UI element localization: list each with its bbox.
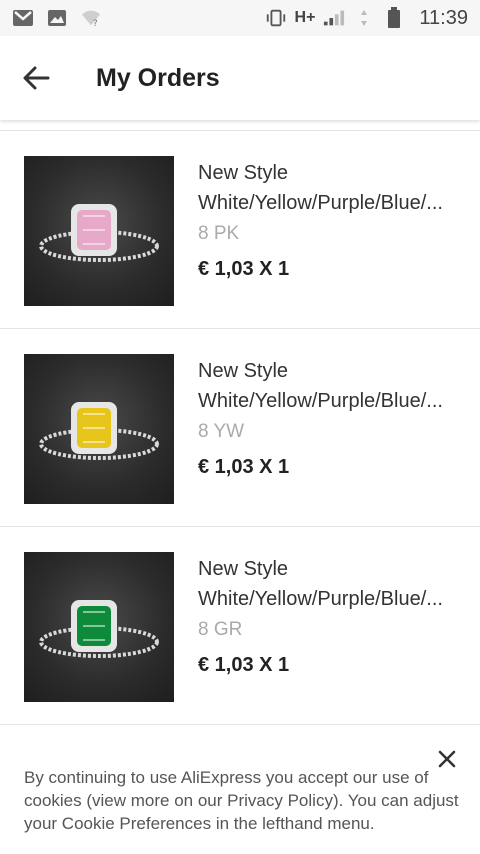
product-name: New Style: [198, 162, 289, 184]
wifi-unknown-icon: ?: [80, 8, 102, 28]
product-name: New Style: [198, 558, 289, 580]
battery-icon: [383, 7, 405, 28]
arrow-left-icon: [23, 66, 50, 90]
product-price: € 1,03 X 1: [198, 654, 290, 676]
orders-list: New Style White/Yellow/Purple/Blue/... 8…: [0, 130, 480, 764]
product-sku: 8 GR: [198, 619, 243, 640]
product-image[interactable]: [24, 354, 174, 504]
clock: 11:39: [419, 6, 468, 29]
order-item[interactable]: New Style White/Yellow/Purple/Blue/... 8…: [0, 328, 480, 526]
cookie-notice-text: By continuing to use AliExpress you acce…: [24, 768, 459, 833]
product-price: € 1,03 X 1: [198, 258, 290, 280]
product-sku: 8 PK: [198, 223, 240, 244]
product-image[interactable]: [24, 156, 174, 306]
ring-illustration: [39, 600, 159, 658]
product-price: € 1,03 X 1: [198, 456, 290, 478]
order-info: New Style White/Yellow/Purple/Blue/... 8…: [198, 354, 456, 479]
svg-text:?: ?: [93, 18, 98, 28]
gallery-icon: [46, 8, 68, 28]
gmail-icon: [12, 8, 34, 28]
data-arrows-icon: [353, 8, 375, 28]
status-right: H+ 11:39: [265, 7, 468, 30]
back-button[interactable]: [20, 62, 52, 94]
app-bar: My Orders: [0, 36, 480, 120]
network-type: H+: [294, 9, 316, 26]
product-sku: 8 YW: [198, 421, 245, 442]
product-image[interactable]: [24, 552, 174, 702]
order-info: New Style White/Yellow/Purple/Blue/... 8…: [198, 156, 456, 281]
ring-illustration: [39, 402, 159, 460]
vibrate-icon: [265, 8, 287, 28]
status-bar: ? H+ 11:39: [0, 0, 480, 36]
product-name-line2: White/Yellow/Purple/Blue/...: [198, 192, 443, 214]
page-title: My Orders: [96, 63, 220, 92]
order-info: New Style White/Yellow/Purple/Blue/... 8…: [198, 552, 456, 677]
product-name: New Style: [198, 360, 289, 382]
ring-illustration: [39, 204, 159, 262]
status-left: ?: [12, 8, 102, 28]
product-name-line2: White/Yellow/Purple/Blue/...: [198, 390, 443, 412]
order-item[interactable]: New Style White/Yellow/Purple/Blue/... 8…: [0, 130, 480, 328]
product-name-line2: White/Yellow/Purple/Blue/...: [198, 588, 443, 610]
order-item[interactable]: New Style White/Yellow/Purple/Blue/... 8…: [0, 526, 480, 724]
cookie-banner: By continuing to use AliExpress you acce…: [0, 744, 480, 854]
signal-icon: [323, 8, 345, 28]
